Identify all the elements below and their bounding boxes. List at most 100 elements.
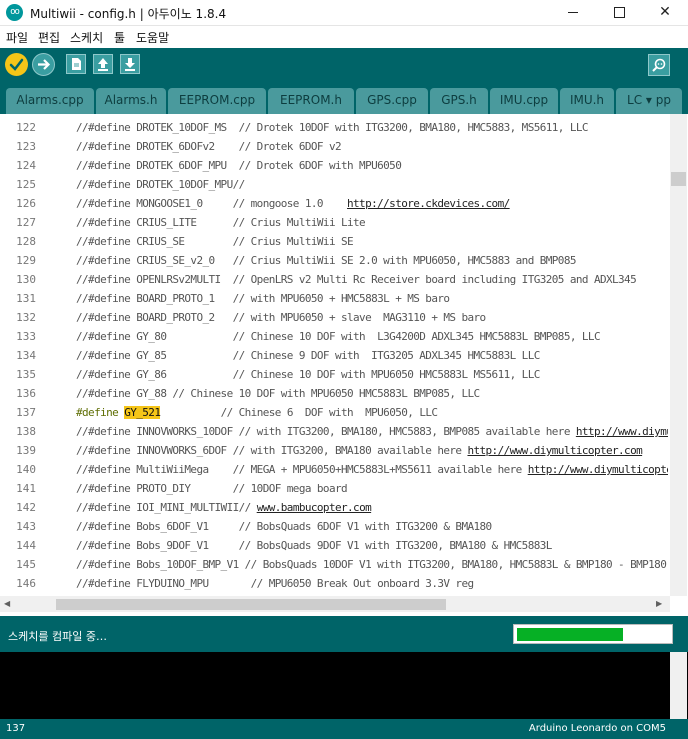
vertical-scrollbar[interactable] — [670, 114, 687, 596]
code-line: //#define CRIUS_SE_v2_0 // Crius MultiWi… — [76, 254, 576, 267]
code-line: //#define BOARD_PROTO_1 // with MPU6050 … — [76, 292, 450, 305]
line-number: 128 — [16, 235, 36, 248]
menu-tools[interactable]: 툴 — [114, 29, 125, 46]
line-number: 143 — [16, 520, 36, 533]
line-number: 138 — [16, 425, 36, 438]
code-line: //#define DROTEK_6DOF_MPU // Drotek 6DOF… — [76, 159, 402, 172]
line-number: 141 — [16, 482, 36, 495]
code-line-active: #define GY_521 // Chinese 6 DOF with MPU… — [76, 406, 438, 419]
tab-eeprom-h[interactable]: EEPROM.h — [268, 88, 354, 114]
code-line: //#define DROTEK_10DOF_MS // Drotek 10DO… — [76, 121, 589, 134]
code-area[interactable]: //#define DROTEK_10DOF_MS // Drotek 10DO… — [76, 114, 668, 596]
code-line: //#define MONGOOSE1_0 // mongoose 1.0 ht… — [76, 197, 510, 210]
line-number: 133 — [16, 330, 36, 343]
menu-bar: 파일 편집 스케치 툴 도움말 — [0, 26, 688, 48]
code-line: //#define GY_85 // Chinese 9 DOF with IT… — [76, 349, 540, 362]
new-file-icon — [72, 58, 81, 70]
line-number: 146 — [16, 577, 36, 590]
tab-imu-h[interactable]: IMU.h — [560, 88, 614, 114]
search-highlight: GY_521 — [124, 406, 161, 419]
scroll-left-arrow-icon[interactable]: ◀ — [4, 599, 10, 608]
menu-help[interactable]: 도움말 — [136, 29, 169, 46]
save-arrow-down-icon — [125, 58, 135, 71]
line-number-gutter: 122 123 124 125 126 127 128 129 130 131 … — [6, 114, 36, 596]
line-number: 122 — [16, 121, 36, 134]
output-console[interactable] — [0, 652, 688, 719]
define-keyword: #define — [76, 406, 119, 419]
menu-sketch[interactable]: 스케치 — [70, 29, 103, 46]
line-number: 134 — [16, 349, 36, 362]
code-line: //#define DROTEK_6DOFv2 // Drotek 6DOF v… — [76, 140, 342, 153]
code-line: //#define INNOVWORKS_10DOF // with ITG32… — [76, 425, 668, 438]
menu-edit[interactable]: 편집 — [38, 29, 60, 46]
tab-alarms-h[interactable]: Alarms.h — [96, 88, 166, 114]
line-number: 135 — [16, 368, 36, 381]
open-sketch-button[interactable] — [93, 54, 113, 74]
code-line: //#define MultiWiiMega // MEGA + MPU6050… — [76, 463, 668, 476]
tab-imu-cpp[interactable]: IMU.cpp — [490, 88, 558, 114]
checkmark-icon — [9, 58, 24, 71]
url-link[interactable]: http://www.diymulticopter.com — [467, 444, 642, 457]
code-line: //#define Bobs_9DOF_V1 // BobsQuads 9DOF… — [76, 539, 552, 552]
line-number: 137 — [16, 406, 36, 419]
line-number: 132 — [16, 311, 36, 324]
code-line: //#define CRIUS_SE // Crius MultiWii SE — [76, 235, 354, 248]
url-link[interactable]: www.bambucopter.com — [257, 501, 372, 514]
title-bar: oo Multiwii - config.h | 아두이노 1.8.4 ✕ — [0, 0, 688, 26]
line-number: 127 — [16, 216, 36, 229]
upload-button[interactable] — [32, 53, 55, 76]
url-link[interactable]: http://www.diymu — [576, 425, 668, 438]
line-number: 131 — [16, 292, 36, 305]
maximize-button[interactable] — [596, 0, 642, 26]
line-number: 126 — [16, 197, 36, 210]
url-link[interactable]: http://www.diymulticopter — [528, 463, 668, 476]
code-line: //#define IOI_MINI_MULTIWII// www.bambuc… — [76, 501, 372, 514]
code-line: //#define OPENLRSv2MULTI // OpenLRS v2 M… — [76, 273, 637, 286]
line-number: 123 — [16, 140, 36, 153]
serial-monitor-icon — [652, 58, 666, 72]
compile-progress-bar — [513, 624, 673, 644]
code-line: //#define BOARD_PROTO_2 // with MPU6050 … — [76, 311, 486, 324]
code-editor[interactable]: 122 123 124 125 126 127 128 129 130 131 … — [0, 114, 688, 612]
minimize-button[interactable] — [550, 0, 596, 26]
tab-eeprom-cpp[interactable]: EEPROM.cpp — [168, 88, 266, 114]
footer-bar: 137 Arduino Leonardo on COM5 — [0, 719, 688, 739]
code-line: //#define CRIUS_LITE // Crius MultiWii L… — [76, 216, 366, 229]
horizontal-scrollbar[interactable]: ◀ ▶ — [0, 596, 670, 612]
menu-file[interactable]: 파일 — [6, 29, 28, 46]
tab-gps-cpp[interactable]: GPS.cpp — [356, 88, 428, 114]
status-message: 스케치를 컴파일 중… — [8, 630, 107, 643]
code-line: //#define INNOVWORKS_6DOF // with ITG320… — [76, 444, 643, 457]
status-bar: 스케치를 컴파일 중… — [0, 616, 688, 652]
line-number: 130 — [16, 273, 36, 286]
line-number: 142 — [16, 501, 36, 514]
tab-gps-h[interactable]: GPS.h — [430, 88, 488, 114]
line-number: 145 — [16, 558, 36, 571]
code-line: //#define PROTO_DIY // 10DOF mega board — [76, 482, 348, 495]
vertical-scroll-thumb[interactable] — [671, 172, 686, 186]
line-number: 129 — [16, 254, 36, 267]
line-number: 140 — [16, 463, 36, 476]
console-scrollbar[interactable] — [670, 652, 687, 719]
url-link[interactable]: http://store.ckdevices.com/ — [347, 197, 510, 210]
new-sketch-button[interactable] — [66, 54, 86, 74]
horizontal-scroll-thumb[interactable] — [56, 599, 446, 610]
code-line: //#define Bobs_6DOF_V1 // BobsQuads 6DOF… — [76, 520, 492, 533]
tab-alarms-cpp[interactable]: Alarms.cpp — [6, 88, 94, 114]
line-number: 136 — [16, 387, 36, 400]
arduino-logo-icon: oo — [6, 4, 23, 21]
save-sketch-button[interactable] — [120, 54, 140, 74]
code-line: //#define GY_88 // Chinese 10 DOF with M… — [76, 387, 480, 400]
verify-button[interactable] — [5, 53, 28, 76]
code-line: //#define GY_86 // Chinese 10 DOF with M… — [76, 368, 540, 381]
close-button[interactable]: ✕ — [642, 0, 688, 26]
serial-monitor-button[interactable] — [648, 54, 670, 76]
line-number: 144 — [16, 539, 36, 552]
code-line: //#define FLYDUINO_MPU // MPU6050 Break … — [76, 577, 474, 590]
tab-overflow-menu[interactable]: LC ▾ pp — [616, 88, 682, 114]
open-arrow-up-icon — [98, 58, 108, 71]
code-line: //#define Bobs_10DOF_BMP_V1 // BobsQuads… — [76, 558, 667, 571]
scroll-right-arrow-icon[interactable]: ▶ — [656, 599, 662, 608]
arrow-right-icon — [38, 59, 51, 70]
cursor-line-number: 137 — [6, 723, 26, 734]
